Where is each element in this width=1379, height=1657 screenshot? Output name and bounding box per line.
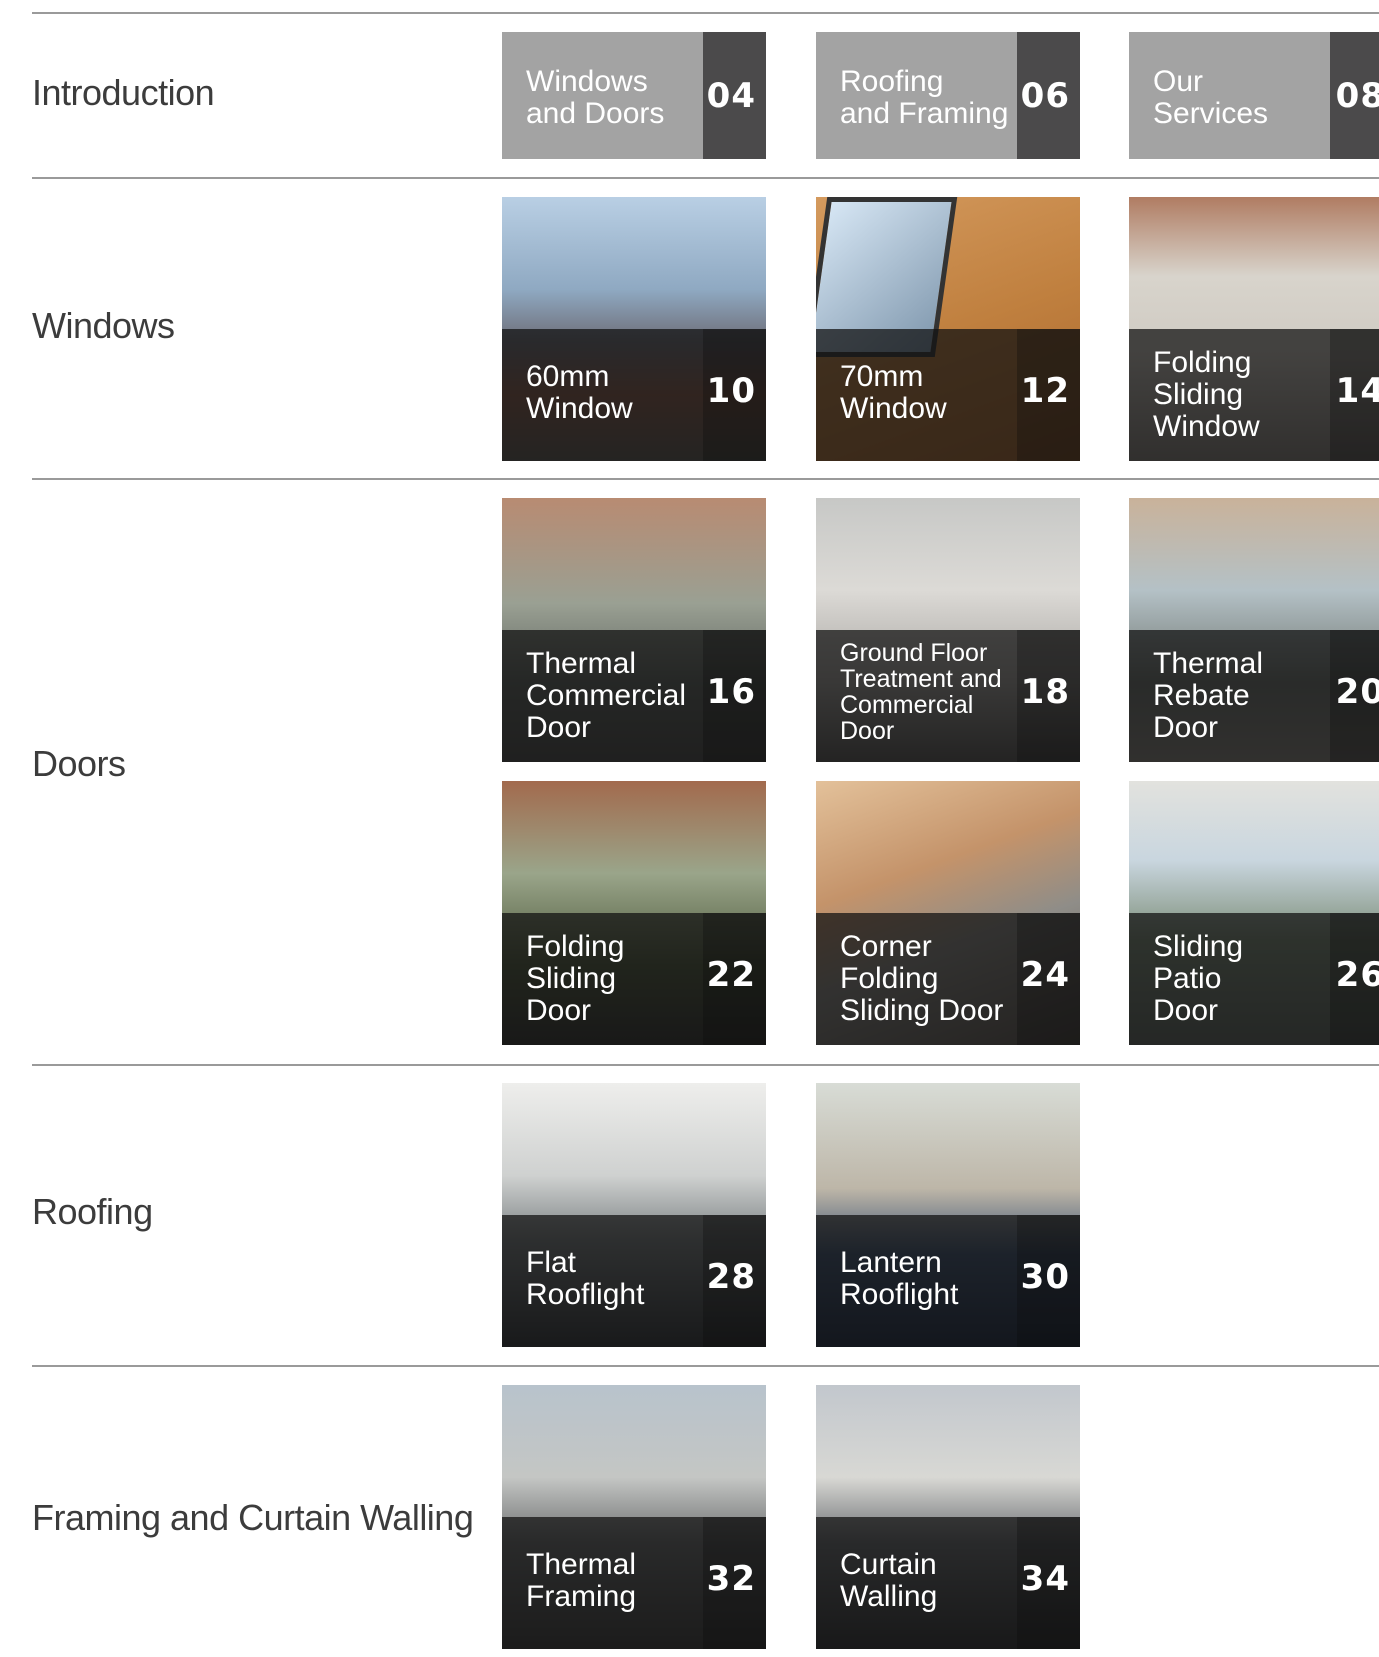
tile-title: Folding Sliding Window: [1153, 346, 1260, 443]
tile-our-services[interactable]: Our Services 08: [1129, 32, 1379, 159]
tile-curtain-walling[interactable]: Curtain Walling 34: [816, 1385, 1080, 1649]
page-number: 18: [1020, 672, 1070, 712]
tile-roofing-and-framing[interactable]: Roofing and Framing 06: [816, 32, 1080, 159]
tile-60mm-window[interactable]: 60mm Window 10: [502, 197, 766, 461]
tile-title: Roofing and Framing: [840, 65, 1009, 130]
tile-thermal-framing[interactable]: Thermal Framing 32: [502, 1385, 766, 1649]
tile-title: Folding Sliding Door: [526, 930, 625, 1027]
divider: [32, 177, 1379, 179]
tile-title: Windows and Doors: [526, 65, 665, 130]
page-number: 08: [1335, 76, 1379, 116]
tile-title: Thermal Framing: [526, 1548, 637, 1613]
divider: [32, 478, 1379, 480]
page-number: 28: [706, 1257, 756, 1297]
section-title-roofing: Roofing: [32, 1191, 153, 1232]
tile-thermal-rebate-door[interactable]: Thermal Rebate Door 20: [1129, 498, 1379, 762]
tile-title: Thermal Rebate Door: [1153, 647, 1264, 744]
page-number: 14: [1335, 371, 1379, 411]
tile-title: Flat Rooflight: [526, 1246, 645, 1311]
page-number: 32: [706, 1559, 756, 1599]
tile-windows-and-doors[interactable]: Windows and Doors 04: [502, 32, 766, 159]
tile-title: Curtain Walling: [840, 1548, 938, 1613]
page-number: 20: [1335, 672, 1379, 712]
tile-thermal-commercial-door[interactable]: Thermal Commercial Door 16: [502, 498, 766, 762]
page-number: 06: [1020, 76, 1070, 116]
page-number: 26: [1335, 955, 1379, 995]
tile-sliding-patio-door[interactable]: Sliding Patio Door 26: [1129, 781, 1379, 1045]
tile-corner-folding-sliding-door[interactable]: Corner Folding Sliding Door 24: [816, 781, 1080, 1045]
section-title-windows: Windows: [32, 305, 175, 346]
tile-title: 70mm Window: [840, 360, 947, 425]
page-number: 34: [1020, 1559, 1070, 1599]
page-number: 30: [1020, 1257, 1070, 1297]
page-number: 10: [706, 371, 756, 411]
tile-folding-sliding-door[interactable]: Folding Sliding Door 22: [502, 781, 766, 1045]
section-title-introduction: Introduction: [32, 72, 215, 113]
page-number: 04: [706, 76, 756, 116]
page-number: 12: [1020, 371, 1070, 411]
tile-title: Lantern Rooflight: [840, 1246, 959, 1311]
tile-title: Ground Floor Treatment and Commercial Do…: [840, 639, 1002, 745]
tile-folding-sliding-window[interactable]: Folding Sliding Window 14: [1129, 197, 1379, 461]
divider: [32, 12, 1379, 14]
tile-title: 60mm Window: [526, 360, 633, 425]
page-number: 16: [706, 672, 756, 712]
divider: [32, 1365, 1379, 1367]
page-number: 22: [706, 955, 756, 995]
tile-title: Sliding Patio Door: [1153, 930, 1244, 1027]
tile-title: Our Services: [1153, 65, 1269, 130]
tile-ground-floor-treatment-commercial-door[interactable]: Ground Floor Treatment and Commercial Do…: [816, 498, 1080, 762]
tile-title: Thermal Commercial Door: [526, 647, 687, 744]
page-number: 24: [1020, 955, 1070, 995]
tile-lantern-rooflight[interactable]: Lantern Rooflight 30: [816, 1083, 1080, 1347]
tile-title: Corner Folding Sliding Door: [840, 930, 1004, 1027]
section-title-doors: Doors: [32, 743, 126, 784]
divider: [32, 1064, 1379, 1066]
tile-flat-rooflight[interactable]: Flat Rooflight 28: [502, 1083, 766, 1347]
section-title-framing-curtain-walling: Framing and Curtain Walling: [32, 1497, 474, 1538]
tile-70mm-window[interactable]: 70mm Window 12: [816, 197, 1080, 461]
